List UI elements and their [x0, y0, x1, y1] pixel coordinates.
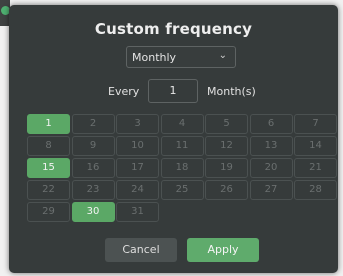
apply-button[interactable]: Apply [187, 238, 259, 262]
chevron-down-icon: ⌄ [218, 50, 227, 61]
day-cell[interactable]: 26 [205, 180, 248, 200]
day-cell[interactable]: 1 [27, 114, 70, 134]
day-cell[interactable]: 12 [205, 136, 248, 156]
day-cell[interactable]: 25 [160, 180, 204, 200]
day-cell[interactable]: 11 [160, 136, 204, 156]
interval-input[interactable]: 1 [148, 79, 198, 103]
day-cell[interactable]: 22 [27, 180, 70, 200]
day-cell[interactable]: 5 [205, 114, 248, 134]
day-cell[interactable]: 20 [249, 158, 293, 178]
day-cell[interactable]: 23 [71, 180, 115, 200]
cancel-button[interactable]: Cancel [105, 238, 177, 262]
day-cell[interactable]: 13 [249, 136, 293, 156]
day-cell[interactable]: 19 [205, 158, 248, 178]
day-cell[interactable]: 4 [160, 114, 204, 134]
day-cell[interactable]: 21 [294, 158, 337, 178]
day-cell[interactable]: 8 [27, 136, 70, 156]
day-cell[interactable]: 18 [160, 158, 204, 178]
day-cell[interactable]: 24 [116, 180, 159, 200]
frequency-select-value: Monthly [132, 51, 177, 64]
custom-frequency-dialog: Custom frequency Monthly ⌄ Every 1 Month… [9, 5, 338, 273]
day-cell[interactable]: 16 [71, 158, 115, 178]
day-cell[interactable]: 27 [249, 180, 293, 200]
day-cell[interactable]: 29 [27, 202, 70, 222]
interval-unit-label: Month(s) [207, 85, 256, 98]
day-cell[interactable]: 2 [71, 114, 115, 134]
day-cell[interactable]: 9 [71, 136, 115, 156]
day-cell[interactable]: 7 [294, 114, 337, 134]
day-cell[interactable]: 6 [249, 114, 293, 134]
day-cell[interactable]: 31 [116, 202, 159, 222]
day-of-month-grid: 1 2 3 4 5 6 7 8 9 10 11 12 13 14 15 16 17 18 19 20 21 22 23 24 2… [27, 114, 337, 229]
day-cell[interactable]: 28 [294, 180, 337, 200]
every-label: Every [108, 85, 140, 98]
day-cell[interactable]: 17 [116, 158, 159, 178]
dialog-title: Custom frequency [94, 20, 253, 38]
day-cell[interactable]: 3 [116, 114, 159, 134]
day-cell[interactable]: 14 [294, 136, 337, 156]
day-cell[interactable]: 15 [27, 158, 70, 178]
day-cell[interactable]: 10 [116, 136, 159, 156]
day-cell[interactable]: 30 [71, 202, 115, 222]
frequency-select[interactable]: Monthly ⌄ [126, 46, 236, 68]
